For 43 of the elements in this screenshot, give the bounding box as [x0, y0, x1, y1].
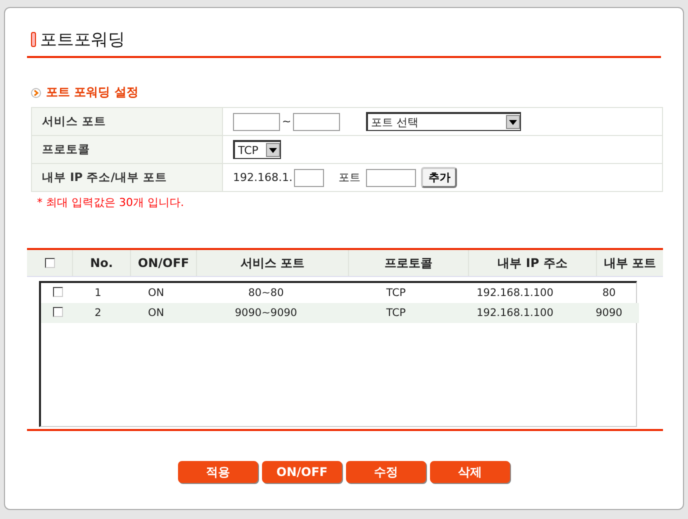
port-select[interactable]: 포트 선택 [366, 112, 522, 131]
note-text: * 최대 입력값은 30개 입니다. [37, 195, 185, 210]
action-button[interactable]: ON/OFF [262, 461, 342, 483]
action-button[interactable]: 수정 [346, 461, 426, 483]
checkbox[interactable] [53, 306, 63, 316]
column-header: 내부 포트 [602, 254, 658, 272]
protocol-select[interactable]: TCP [233, 140, 281, 159]
table-cell-text: TCP [385, 307, 407, 319]
input-field[interactable] [233, 112, 280, 130]
table-cell-text: ON [146, 307, 166, 319]
table-cell-text: 1 [94, 287, 102, 299]
field-label: 내부 IP 주소/내부 포트 [42, 170, 167, 184]
port-label: 포트 [338, 170, 360, 185]
bullet-icon [31, 88, 41, 98]
checkbox[interactable] [53, 286, 63, 296]
table-cell-text: ON [146, 287, 166, 299]
table-cell-text: 80 [601, 287, 617, 299]
checkbox[interactable] [44, 258, 54, 268]
field-label: 프로토콜 [42, 142, 90, 156]
range-separator: ~ [282, 115, 292, 128]
input-field[interactable] [294, 168, 324, 186]
table-cell-text: 80~80 [247, 287, 285, 299]
title-bar-icon [31, 32, 36, 47]
table-cell-text: 192.168.1.100 [476, 307, 554, 319]
table-cell-text: 9090 [594, 307, 624, 319]
input-field[interactable] [366, 168, 416, 186]
column-header: ON/OFF [131, 250, 197, 276]
column-header: 서비스 포트 [197, 250, 349, 276]
table-cell-text: TCP [385, 287, 407, 299]
field-label: 서비스 포트 [42, 114, 106, 128]
ip-prefix: 192.168.1. [233, 171, 292, 184]
action-button[interactable]: 삭제 [430, 461, 510, 483]
page-title: 포트포워딩 [40, 29, 125, 51]
table-cell-text: 2 [94, 307, 102, 319]
column-header: No. [73, 250, 131, 276]
input-field[interactable] [293, 112, 340, 130]
table-cell-text: 192.168.1.100 [476, 287, 554, 299]
section-title: 포트 포워딩 설정 [46, 84, 138, 101]
action-button[interactable]: 적용 [178, 461, 258, 483]
column-header: 내부 IP 주소 [469, 250, 597, 276]
add-button[interactable]: 추가 [421, 167, 458, 188]
table-cell-text: 9090~9090 [234, 307, 298, 319]
column-header: 프로토콜 [349, 250, 469, 276]
